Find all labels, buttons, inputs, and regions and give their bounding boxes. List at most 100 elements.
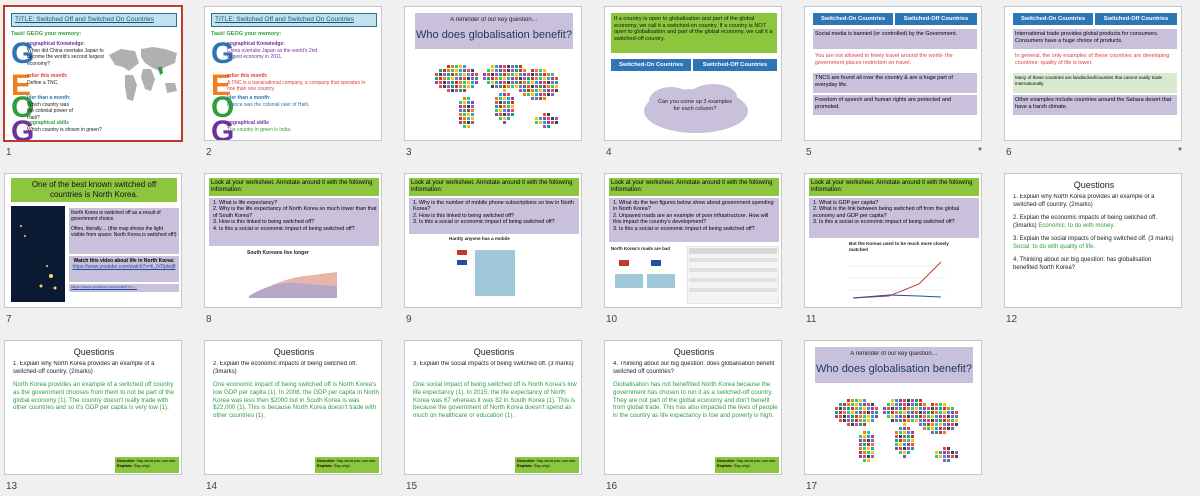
e-body: A TNC is a transnational company, a comp…: [227, 80, 366, 93]
slide-thumbnail-15[interactable]: Questions 3. Explain the social impacts …: [404, 340, 582, 475]
list-item: 2. Explain the economic impacts of being…: [1013, 215, 1157, 229]
question-list: 1. Why is the number of mobile phone sub…: [409, 198, 579, 234]
slide-number: 2: [206, 147, 212, 158]
slide-number: 11: [806, 314, 817, 325]
slide-cell-6: Switched-On Countries Switched-Off Count…: [1000, 0, 1200, 165]
describe-explain-box: Describe: Say what you can see. Explain:…: [115, 457, 179, 473]
slide-cell-15: Questions 3. Explain the social impacts …: [400, 334, 600, 496]
slide-thumbnail-8[interactable]: Look at your worksheet. Annotate around …: [204, 173, 382, 308]
slide-number: 17: [806, 481, 818, 492]
info-box: North Korea is switched off as a result …: [69, 208, 179, 254]
questions-heading: Questions: [673, 347, 715, 357]
list-item: 2. Why is the life expectancy of North K…: [213, 206, 377, 219]
e-head: arlier this month:: [227, 73, 268, 79]
mosaic-world-map: [425, 55, 565, 135]
list-item: 1. Why is the number of mobile phone sub…: [413, 200, 574, 213]
slide-cell-8: Look at your worksheet. Annotate around …: [200, 167, 400, 332]
definition-box: If a country is open to globalisation an…: [611, 13, 777, 53]
slide-thumbnail-10[interactable]: Look at your worksheet. Annotate around …: [604, 173, 782, 308]
slide-thumbnail-17[interactable]: A reminder of our key question… Who does…: [804, 340, 982, 475]
slide-thumbnail-12[interactable]: Questions 1. Explain why North Korea pro…: [1004, 173, 1182, 308]
describe-explain-box: Describe: Say what you can see. Explain:…: [715, 457, 779, 473]
slide-cell-5: Switched-On Countries Switched-Off Count…: [800, 0, 1000, 165]
statement-row: Social media is banned (or controlled) b…: [813, 29, 977, 49]
banner-question: Who does globalisation benefit?: [816, 363, 972, 375]
questions-heading: Questions: [473, 347, 515, 357]
question-text: 3. Explain the social impacts of being s…: [413, 361, 574, 367]
g1-body: China overtake Japan as the world's 2nd …: [227, 48, 318, 61]
questions-heading: Questions: [1073, 180, 1115, 190]
roads-chart: [611, 254, 681, 302]
statement-row: Freedom of speech and human rights are p…: [813, 95, 977, 115]
slide-title: TITLE: Switched Off and Switched On Coun…: [11, 13, 177, 27]
g2-head: eographical skills: [27, 120, 69, 126]
answer-text: North Korea provides an example of a swi…: [13, 381, 174, 412]
slide-thumbnail-1[interactable]: TITLE: Switched Off and Switched On Coun…: [3, 5, 183, 142]
list-item: 4. Is this a social or economic impact o…: [213, 225, 355, 232]
g1-head: eographical Knowledge:: [27, 41, 85, 47]
question-text: 1. Explain why North Korea provides an e…: [13, 361, 155, 375]
statement-row: Other examples include countries around …: [1013, 95, 1177, 115]
switched-on-header: Switched-On Countries: [813, 13, 893, 25]
slide-number: 5: [806, 147, 812, 158]
slide-thumbnail-3[interactable]: A reminder of our key question… Who does…: [404, 6, 582, 141]
mobile-subscriptions-chart: [449, 244, 533, 304]
slide-cell-7: One of the best known switched off count…: [0, 167, 200, 332]
slide-thumbnail-4[interactable]: If a country is open to globalisation an…: [604, 6, 782, 141]
military-spending-table: [687, 246, 779, 304]
mosaic-world-map: [825, 389, 965, 469]
gdp-chart: [849, 254, 945, 302]
o-body: France was the colonial ruler of Haiti.: [227, 102, 310, 108]
video-link[interactable]: https://www.youtube.com/watch?v=ti_lVDpl…: [71, 264, 177, 270]
o-head: lder than a month:: [227, 95, 271, 101]
animation-star-icon: *: [978, 146, 982, 157]
slide-number: 12: [1006, 314, 1018, 325]
slide-cell-13: Questions 1. Explain why North Korea pro…: [0, 334, 200, 496]
question-list: 1. What is life expectancy? 2. Why is th…: [209, 198, 379, 246]
answer-text: One social impact of being switched off …: [413, 381, 577, 419]
video-link-2[interactable]: https://www.youtube.com/watch?v=...: [69, 284, 179, 292]
slide-thumbnail-14[interactable]: Questions 2. Explain the economic impact…: [204, 340, 382, 475]
slide-thumbnail-16[interactable]: Questions 4. Thinking about our big ques…: [604, 340, 782, 475]
slide-thumbnail-9[interactable]: Look at your worksheet. Annotate around …: [404, 173, 582, 308]
slide-cell-4: If a country is open to globalisation an…: [600, 0, 800, 165]
slide-thumbnail-13[interactable]: Questions 1. Explain why North Korea pro…: [4, 340, 182, 475]
slide-cell-9: Look at your worksheet. Annotate around …: [400, 167, 600, 332]
slide-number: 10: [606, 314, 618, 325]
slide-cell-2: TITLE: Switched Off and Switched On Coun…: [200, 0, 400, 165]
list-item: 1. Explain why North Korea provides an e…: [1013, 194, 1155, 208]
slide-thumbnail-7[interactable]: One of the best known switched off count…: [4, 173, 182, 308]
slide-thumbnail-2[interactable]: TITLE: Switched Off and Switched On Coun…: [204, 6, 382, 141]
banner-sub: A reminder of our key question…: [850, 351, 938, 357]
slide-thumbnail-5[interactable]: Switched-On Countries Switched-Off Count…: [804, 6, 982, 141]
world-map-grey: [109, 47, 177, 101]
list-item: 2. Unpaved roads are an example of poor …: [613, 212, 769, 226]
slide-thumbnail-6[interactable]: Switched-On Countries Switched-Off Count…: [1004, 6, 1182, 141]
slide-number: 13: [6, 481, 18, 492]
slide-number: 14: [206, 481, 218, 492]
statement-row: TNCS are found all over the country & ar…: [813, 73, 977, 93]
slide-cell-3: A reminder of our key question… Who does…: [400, 0, 600, 165]
list-item: 1. What do the two figures below show ab…: [613, 200, 774, 213]
list-item: 4. Thinking about our big question: has …: [1013, 257, 1152, 271]
slide-number: 1: [6, 147, 12, 158]
slide-number: 3: [406, 147, 412, 158]
info-p2: Often, literally… (this map shows the li…: [71, 226, 177, 238]
slide-number: 15: [406, 481, 418, 492]
slide-number: 4: [606, 147, 612, 158]
slide-number: 9: [406, 314, 412, 325]
e-body: Define a TNC.: [27, 80, 59, 86]
question-list: 1. What do the two figures below show ab…: [609, 198, 779, 242]
slide-cell-11: Look at your worksheet. Annotate around …: [800, 167, 1000, 332]
switched-off-header: Switched-Off Countries: [895, 13, 977, 25]
chart-title: North Korea's roads are bad: [611, 246, 670, 251]
switched-on-header: Switched-On Countries: [1013, 13, 1093, 25]
video-box: Watch this video about life in North Kor…: [69, 256, 179, 282]
g2-body: The country in green is India.: [227, 127, 292, 133]
list-item: 3. Is this a social or economic impact o…: [413, 219, 555, 226]
statement-row: In general, the only examples of these c…: [1013, 51, 1177, 71]
g1-body: When did China overtake Japan to become …: [27, 48, 104, 67]
slide-title: One of the best known switched off count…: [11, 178, 177, 202]
slide-thumbnail-11[interactable]: Look at your worksheet. Annotate around …: [804, 173, 982, 308]
slide-cell-14: Questions 2. Explain the economic impact…: [200, 334, 400, 496]
